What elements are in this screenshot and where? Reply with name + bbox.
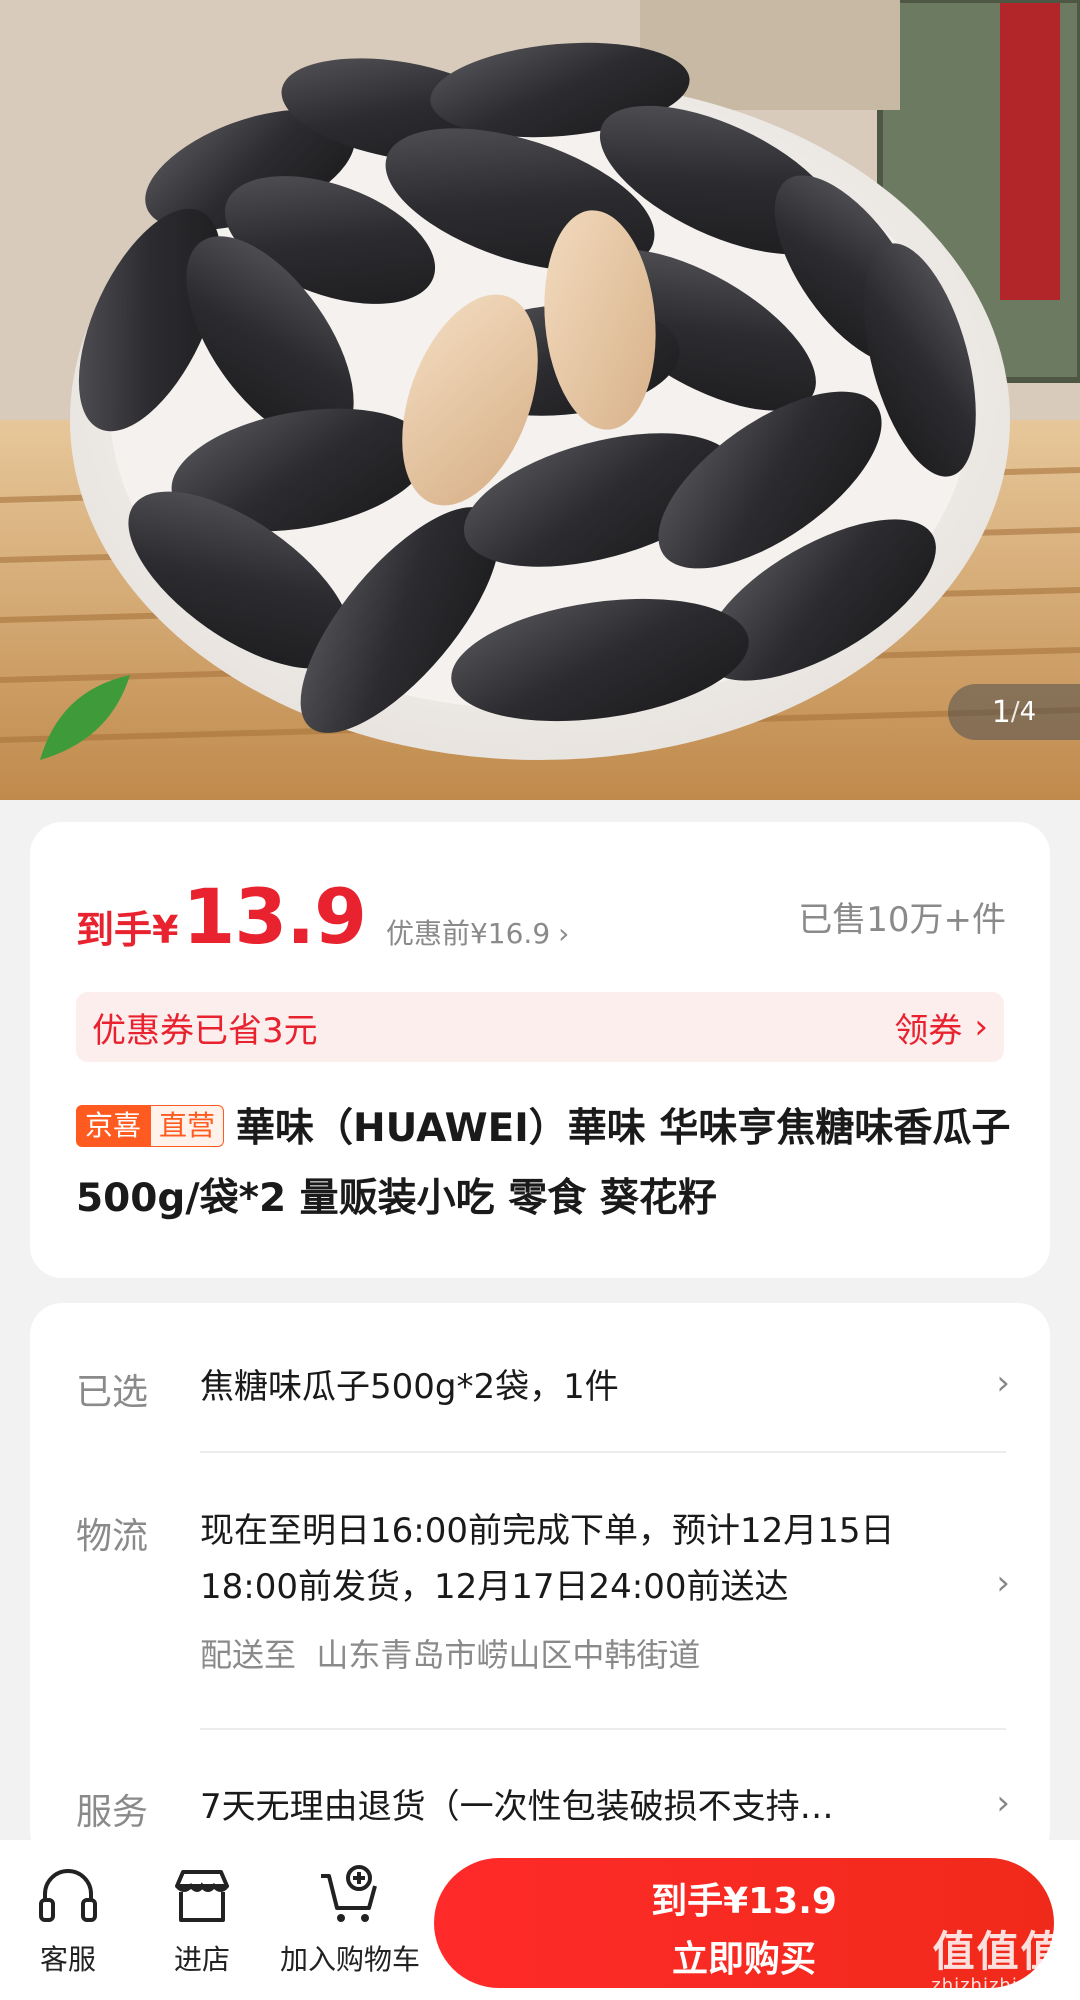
service-value: 7天无理由退货（一次性包装破损不支持… <box>200 1787 834 1827</box>
price-card: 到手¥ 13.9 优惠前¥16.9 › 已售10万+件 优惠券已省3元 领券 › … <box>30 822 1050 1278</box>
coupon-saved-text: 优惠券已省3元 <box>92 1010 318 1051</box>
service-label: 服务 <box>76 1792 149 1833</box>
watermark-url: zhizhizhi.com <box>931 1975 1066 1996</box>
claim-coupon-button[interactable]: 领券 › <box>894 1003 988 1052</box>
divider <box>200 1728 1006 1730</box>
watermark-logo: 值值值 <box>932 1927 1065 1976</box>
site-watermark: 值值值 zhizhizhi.com <box>931 1918 1066 1996</box>
original-price-link[interactable]: 优惠前¥16.9 › <box>386 912 569 952</box>
price-row: 到手¥ 13.9 优惠前¥16.9 › <box>76 872 569 961</box>
customer-service-label: 客服 <box>39 1943 96 1976</box>
chevron-right-icon: › <box>996 1363 1010 1403</box>
chevron-right-icon: › <box>996 1563 1010 1603</box>
gallery-page-separator: / <box>1010 697 1020 727</box>
storefront-icon <box>175 1870 229 1922</box>
cart-plus-icon <box>321 1865 377 1922</box>
add-to-cart-label: 加入购物车 <box>279 1943 420 1976</box>
product-image-gallery[interactable]: 1/4 <box>0 0 1080 800</box>
chevron-right-icon: › <box>558 917 570 950</box>
original-price: 优惠前¥16.9 <box>385 917 551 950</box>
customer-service-button[interactable]: 客服 <box>28 1862 108 1978</box>
store-button[interactable]: 进店 <box>162 1862 242 1978</box>
tag-direct: 直营 <box>150 1105 225 1147</box>
divider <box>200 1451 1006 1453</box>
bottom-action-bar: 客服 进店 加入购物车 到手¥13.9 立即购买 <box>0 1840 1080 2000</box>
tag-jingxi: 京喜 <box>76 1105 151 1147</box>
final-price-prefix: 到手¥ <box>76 908 179 952</box>
buy-now-price: 到手¥13.9 <box>651 1881 837 1922</box>
gallery-total-pages: 4 <box>1019 697 1037 727</box>
service-row[interactable]: 服务 7天无理由退货（一次性包装破损不支持… › <box>76 1779 1010 1849</box>
product-title-block: 京喜 直营 華味（HUAWEI）華味 华味亨焦糖味香瓜子500g/袋*2 量贩装小吃… <box>76 1094 1016 1234</box>
claim-coupon-label: 领券 <box>894 1010 963 1051</box>
product-photo <box>0 0 1080 800</box>
ship-to[interactable]: 配送至 山东青岛市崂山区中韩街道 <box>200 1627 950 1683</box>
ship-to-address: 山东青岛市崂山区中韩街道 <box>316 1636 701 1674</box>
gallery-page-indicator: 1/4 <box>948 684 1080 740</box>
add-to-cart-button[interactable]: 加入购物车 <box>270 1862 430 1978</box>
store-label: 进店 <box>173 1943 230 1976</box>
logistics-row[interactable]: 物流 现在至明日16:00前完成下单，预计12月15日18:00前发货，12月1… <box>76 1503 1010 1683</box>
sold-count: 已售10万+件 <box>798 900 1006 940</box>
final-price: 13.9 <box>182 872 367 961</box>
selected-value: 焦糖味瓜子500g*2袋，1件 <box>200 1367 619 1407</box>
selected-spec-row[interactable]: 已选 焦糖味瓜子500g*2袋，1件 › <box>76 1359 1010 1429</box>
purchase-info-card: 已选 焦糖味瓜子500g*2袋，1件 › 物流 现在至明日16:00前完成下单，… <box>30 1303 1050 1863</box>
coupon-bar[interactable]: 优惠券已省3元 领券 › <box>76 992 1004 1062</box>
logistics-label: 物流 <box>76 1516 149 1557</box>
ship-to-label: 配送至 <box>200 1636 297 1674</box>
logistics-value: 现在至明日16:00前完成下单，预计12月15日18:00前发货，12月17日2… <box>200 1511 895 1607</box>
chevron-right-icon: › <box>996 1783 1010 1823</box>
headset-icon <box>39 1869 97 1922</box>
gallery-current-page: 1 <box>991 694 1011 730</box>
selected-label: 已选 <box>76 1372 149 1413</box>
chevron-right-icon: › <box>974 1007 988 1047</box>
